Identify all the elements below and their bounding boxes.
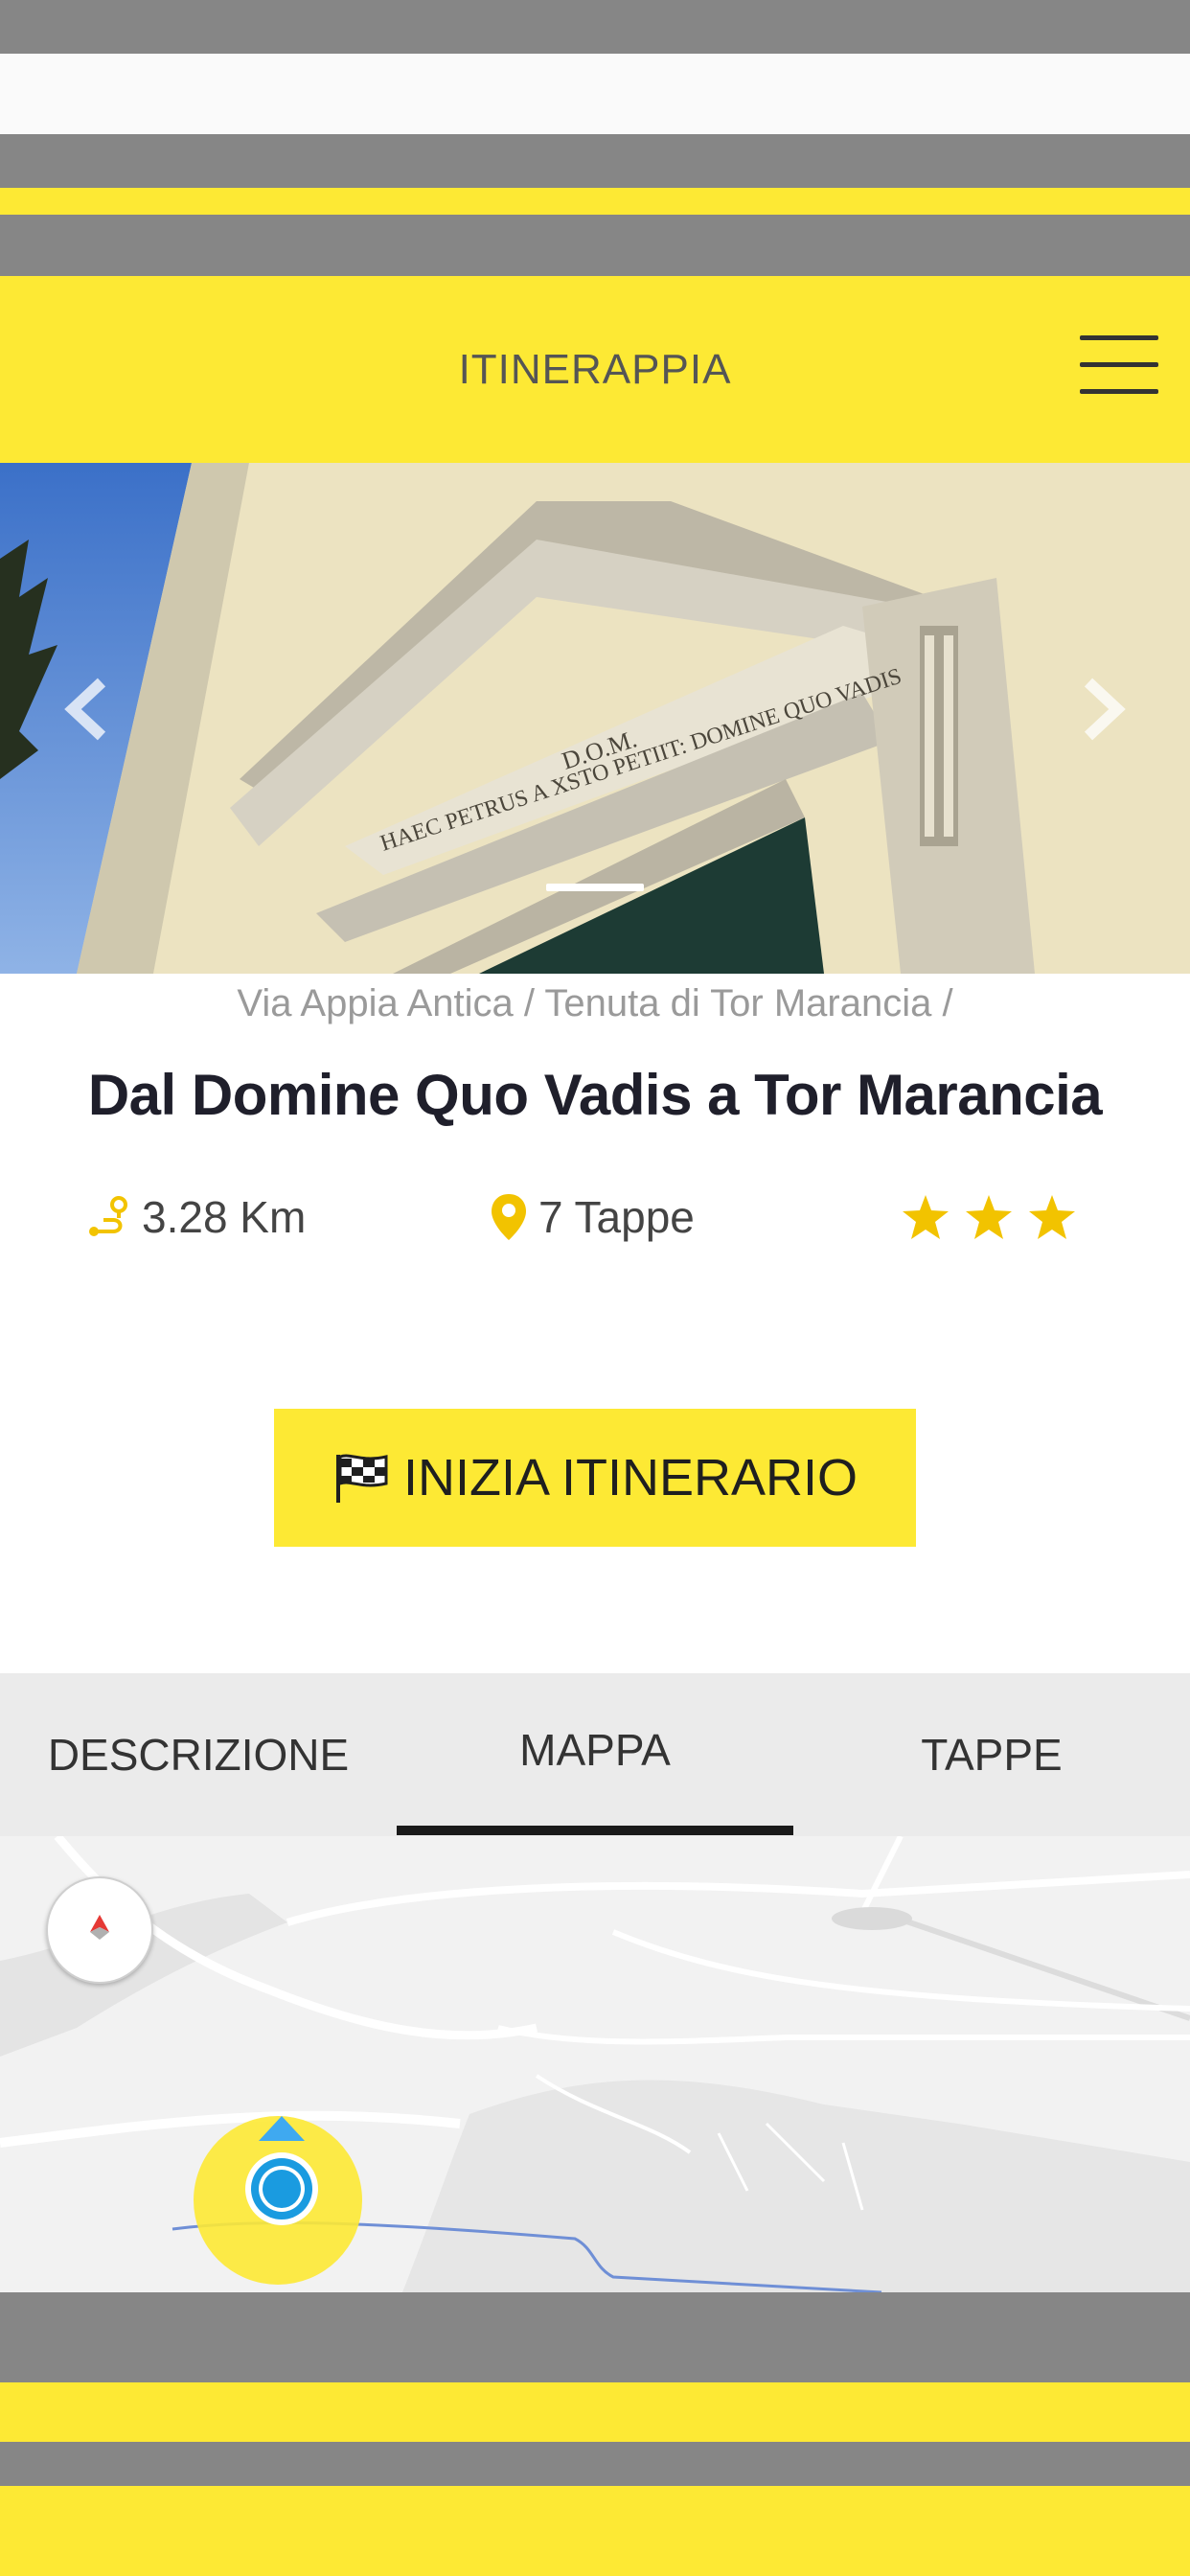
stops-value: 7 Tappe [538,1192,695,1242]
bottom-accent-footer [0,2486,1190,2576]
accent-strip [0,188,1190,215]
breadcrumb: Via Appia Antica / Tenuta di Tor Maranci… [237,982,953,1024]
map-canvas [0,1836,1190,2292]
distance-stat: 3.28 Km [84,1188,306,1246]
menu-button[interactable] [1080,335,1158,397]
bottom-strip-lower [0,2442,1190,2486]
checkered-flag-icon [335,1454,388,1503]
toolbar-strip-lower [0,215,1190,276]
compass-icon [90,1915,109,1940]
star-icon [903,1195,949,1239]
distance-value: 3.28 Km [142,1192,307,1242]
bottom-strip [0,2292,1190,2382]
address-bar [0,54,1190,134]
image-carousel[interactable]: D.O.M. HAEC PETRUS A XSTO PETIIT: DOMINE… [0,463,1190,974]
status-bar [0,0,1190,54]
tab-label: TAPPE [921,1730,1063,1780]
tab-label: DESCRIZIONE [47,1730,350,1780]
hamburger-icon [1080,335,1158,340]
page-title: Dal Domine Quo Vadis a Tor Marancia [87,1063,1103,1127]
church-facade-image: D.O.M. HAEC PETRUS A XSTO PETIIT: DOMINE… [0,463,1190,974]
star-icon [1029,1195,1075,1239]
toolbar-strip [0,134,1190,188]
app-header: ITINERAPPIA [0,276,1190,463]
active-tab-indicator [397,1826,793,1835]
hamburger-icon-line [1080,389,1158,394]
route-distance-icon [89,1196,127,1236]
tab-tappe[interactable]: TAPPE [793,1673,1190,1836]
tab-mappa[interactable]: MAPPA [397,1673,793,1827]
chevron-right-icon[interactable] [1075,671,1133,748]
stops-stat: 7 Tappe [489,1188,695,1246]
tab-label: MAPPA [519,1725,671,1775]
carousel-indicator[interactable] [546,884,644,891]
chevron-left-icon[interactable] [57,671,115,748]
tab-bar: DESCRIZIONE MAPPA TAPPE [0,1673,1190,1836]
rating-stars [901,1193,1077,1241]
star-icon [966,1195,1012,1239]
map-pin-icon [492,1194,526,1240]
hamburger-icon-line [1080,362,1158,367]
tab-descrizione[interactable]: DESCRIZIONE [0,1673,397,1836]
compass-button[interactable] [46,1876,153,1984]
bottom-accent-strip [0,2382,1190,2442]
start-itinerary-button[interactable]: INIZIA ITINERARIO [274,1409,916,1547]
route-map[interactable] [0,1836,1190,2292]
location-marker-icon[interactable] [192,2114,402,2292]
app-title: ITINERAPPIA [458,346,732,393]
start-button-label: INIZIA ITINERARIO [402,1449,858,1506]
